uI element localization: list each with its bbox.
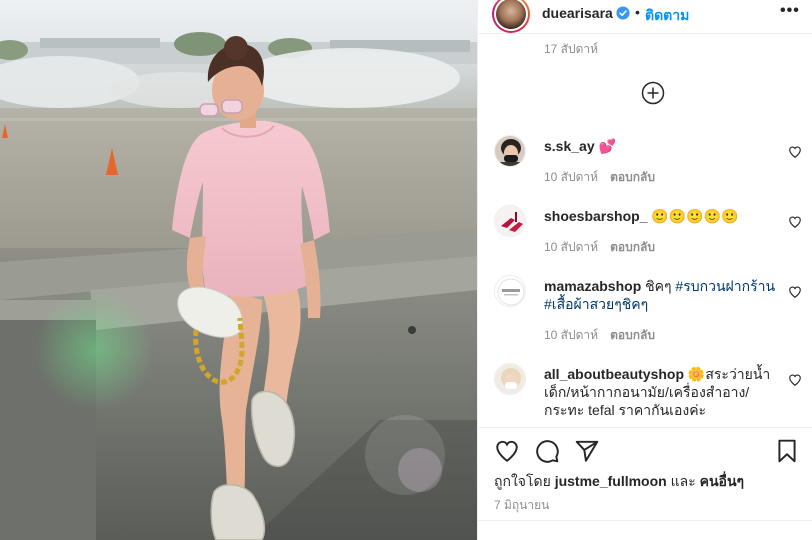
comment-text: mamazabshop ชิคๆ #รบกวนฝากร้าน #เสื้อผ้า…	[544, 277, 776, 313]
comment-time[interactable]: 10 สัปดาห์	[544, 240, 598, 254]
comment-body: 💕	[598, 138, 616, 154]
hashtag-link[interactable]: #เสื้อผ้าสวยๆชิคๆ	[544, 296, 648, 312]
liked-prefix: ถูกใจโดย	[494, 473, 551, 489]
post-photo[interactable]	[0, 0, 477, 540]
comment-time[interactable]: 10 สัปดาห์	[544, 328, 598, 342]
liked-and: และ	[670, 473, 696, 489]
commenter-avatar[interactable]	[494, 275, 526, 307]
comment-time[interactable]: 10 สัปดาห์	[544, 170, 598, 184]
comment-text: s.sk_ay 💕	[544, 137, 776, 155]
comment-meta: 10 สัปดาห์ ตอบกลับ	[544, 238, 655, 257]
reply-button[interactable]: ตอบกลับ	[610, 240, 655, 254]
post-date[interactable]: 7 มิถุนายน	[494, 496, 549, 515]
comment-username[interactable]: shoesbarshop_	[544, 208, 647, 224]
bottom-divider	[478, 520, 812, 521]
follow-button[interactable]: ติดตาม	[645, 5, 689, 27]
liked-by-summary: ถูกใจโดย justme_fullmoon และ คนอื่นๆ	[494, 471, 744, 493]
post-side-panel: duearisara • ติดตาม ••• 17 สัปดาห์ s.sk_…	[477, 0, 812, 540]
comment-username[interactable]: mamazabshop	[544, 278, 641, 294]
commenter-avatar[interactable]	[494, 363, 526, 395]
liked-others-link[interactable]: คนอื่นๆ	[700, 473, 744, 489]
comment-bubble-icon[interactable]	[534, 438, 560, 464]
verified-badge-icon	[616, 6, 630, 20]
liked-user-link[interactable]: justme_fullmoon	[555, 473, 667, 489]
share-paper-plane-icon[interactable]	[574, 438, 600, 464]
comment-meta: 10 สัปดาห์ ตอบกลับ	[544, 168, 655, 187]
comment-username[interactable]: s.sk_ay	[544, 138, 595, 154]
header-separator: •	[635, 4, 640, 20]
comment-body: ชิคๆ	[645, 278, 672, 294]
more-options-icon[interactable]: •••	[780, 2, 800, 20]
cut-off-timestamp: 17 สัปดาห์	[544, 42, 599, 56]
comment-text: all_aboutbeautyshop 🌼สระว่ายน้ำเด็ก/หน้า…	[544, 365, 776, 419]
comment-body: 🙂🙂🙂🙂🙂	[651, 208, 739, 224]
author-username[interactable]: duearisara	[542, 5, 613, 21]
reply-button[interactable]: ตอบกลับ	[610, 328, 655, 342]
like-comment-heart-icon[interactable]	[788, 215, 802, 229]
comment-text: shoesbarshop_ 🙂🙂🙂🙂🙂	[544, 207, 776, 225]
photo-illustration	[0, 0, 477, 540]
instagram-post-modal: duearisara • ติดตาม ••• 17 สัปดาห์ s.sk_…	[0, 0, 812, 540]
commenter-avatar[interactable]	[494, 205, 526, 237]
hashtag-link[interactable]: #รบกวนฝากร้าน	[675, 278, 775, 294]
like-heart-icon[interactable]	[494, 438, 520, 464]
comment-username[interactable]: all_aboutbeautyshop	[544, 366, 684, 382]
author-avatar[interactable]	[492, 0, 530, 33]
save-bookmark-icon[interactable]	[774, 438, 800, 464]
commenter-avatar[interactable]	[494, 135, 526, 167]
like-comment-heart-icon[interactable]	[788, 373, 802, 387]
post-header: duearisara • ติดตาม •••	[478, 0, 812, 34]
post-actions: ถูกใจโดย justme_fullmoon และ คนอื่นๆ 7 ม…	[478, 428, 812, 540]
comment-meta: 10 สัปดาห์ ตอบกลับ	[544, 326, 655, 345]
load-more-comments-icon[interactable]	[641, 81, 665, 105]
reply-button[interactable]: ตอบกลับ	[610, 170, 655, 184]
like-comment-heart-icon[interactable]	[788, 145, 802, 159]
comments-list[interactable]: 17 สัปดาห์ s.sk_ay 💕 10 สัปดาห์ ตอบกลับ …	[478, 34, 812, 428]
like-comment-heart-icon[interactable]	[788, 285, 802, 299]
